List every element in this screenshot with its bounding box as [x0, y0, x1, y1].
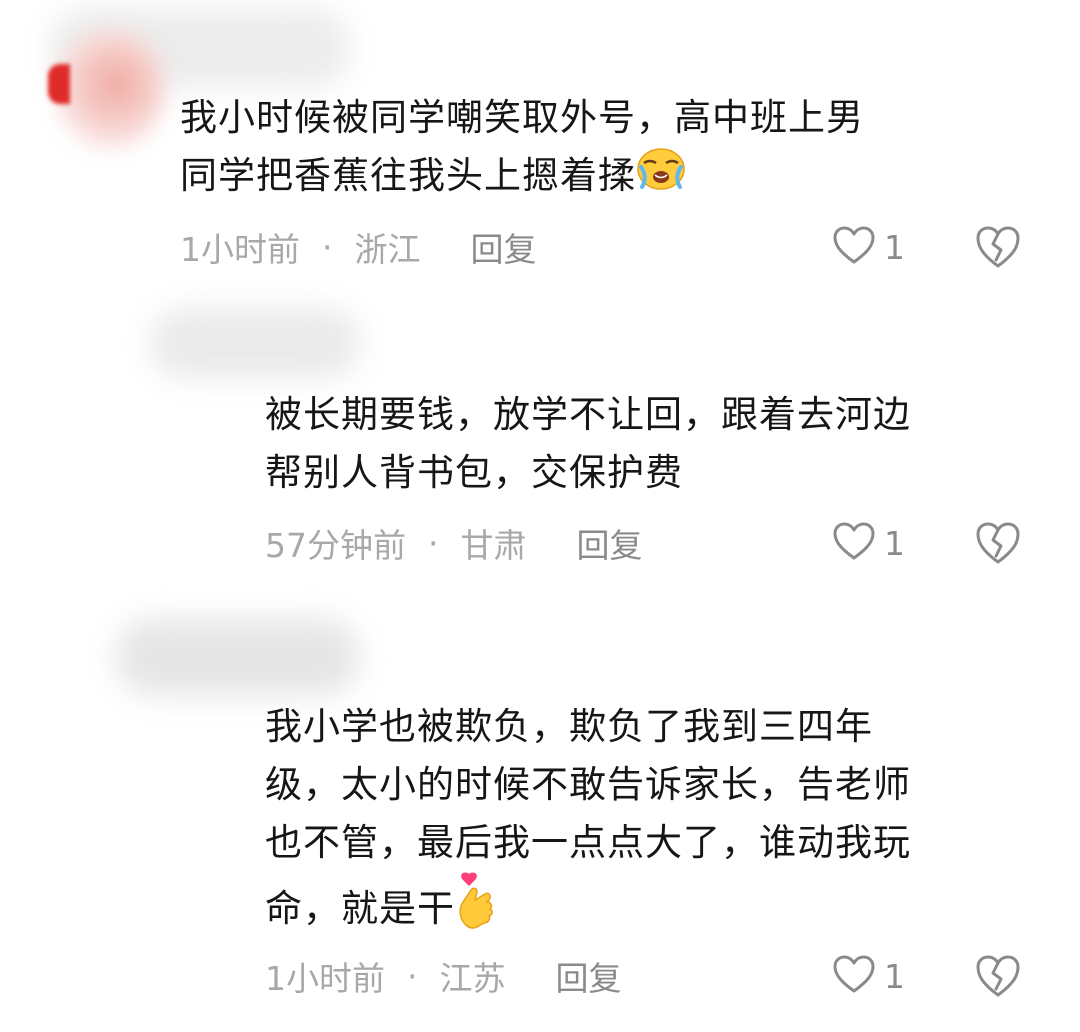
- comment-text: 被长期要钱，放学不让回，跟着去河边 帮别人背书包，交保护费: [265, 393, 911, 494]
- reply-button[interactable]: 回复: [577, 519, 643, 567]
- dislike-button[interactable]: [974, 953, 1022, 1001]
- heart-icon: [832, 521, 876, 565]
- like-button[interactable]: 1: [832, 222, 905, 272]
- comment-meta: 1小时前 · 江苏 回复: [265, 951, 622, 1001]
- comment-time: 1小时前: [265, 959, 385, 998]
- avatar[interactable]: [55, 30, 165, 150]
- blurred-username: [150, 308, 360, 378]
- meta-separator: ·: [407, 956, 418, 996]
- heart-icon: [832, 954, 876, 998]
- comment-time: 1小时前: [180, 230, 300, 269]
- comment-time: 57分钟前: [265, 526, 406, 565]
- broken-heart-icon: [974, 522, 1022, 570]
- comment-item: 我小学也被欺负，欺负了我到三四年 级，太小的时候不敢告诉家长，告老师 也不管，最…: [0, 590, 1080, 1032]
- comment-location: 江苏: [439, 959, 506, 998]
- like-button[interactable]: 1: [832, 951, 905, 1001]
- comment-meta: 57分钟前 · 甘肃 回复: [265, 518, 643, 568]
- broken-heart-icon: [974, 226, 1022, 274]
- comment-item: 我小时候被同学嘲笑取外号，高中班上男 同学把香蕉往我头上摁着揉 1小时前 · 浙…: [0, 0, 1080, 290]
- like-count: 1: [884, 956, 905, 996]
- avatar-badge: [48, 64, 70, 104]
- crying-emoji: [636, 147, 686, 208]
- heart-icon: [832, 225, 876, 269]
- comment-text: 我小时候被同学嘲笑取外号，高中班上男 同学把香蕉往我头上摁着揉: [180, 89, 864, 208]
- reply-button[interactable]: 回复: [471, 223, 537, 271]
- reply-button[interactable]: 回复: [556, 952, 622, 1000]
- comment-meta: 1小时前 · 浙江 回复: [180, 222, 537, 272]
- comment-text: 我小学也被欺负，欺负了我到三四年 级，太小的时候不敢告诉家长，告老师 也不管，最…: [265, 698, 911, 949]
- blurred-username: [115, 618, 360, 696]
- like-count: 1: [884, 227, 905, 267]
- meta-separator: ·: [428, 523, 439, 563]
- broken-heart-icon: [974, 955, 1022, 1003]
- comment-item: 被长期要钱，放学不让回，跟着去河边 帮别人背书包，交保护费 57分钟前 · 甘肃…: [0, 290, 1080, 590]
- comment-location: 甘肃: [460, 526, 527, 565]
- like-count: 1: [884, 523, 905, 563]
- dislike-button[interactable]: [974, 224, 1022, 272]
- meta-separator: ·: [322, 227, 333, 267]
- dislike-button[interactable]: [974, 520, 1022, 568]
- finger-heart-emoji: [455, 872, 499, 949]
- comment-location: 浙江: [354, 230, 421, 269]
- like-button[interactable]: 1: [832, 518, 905, 568]
